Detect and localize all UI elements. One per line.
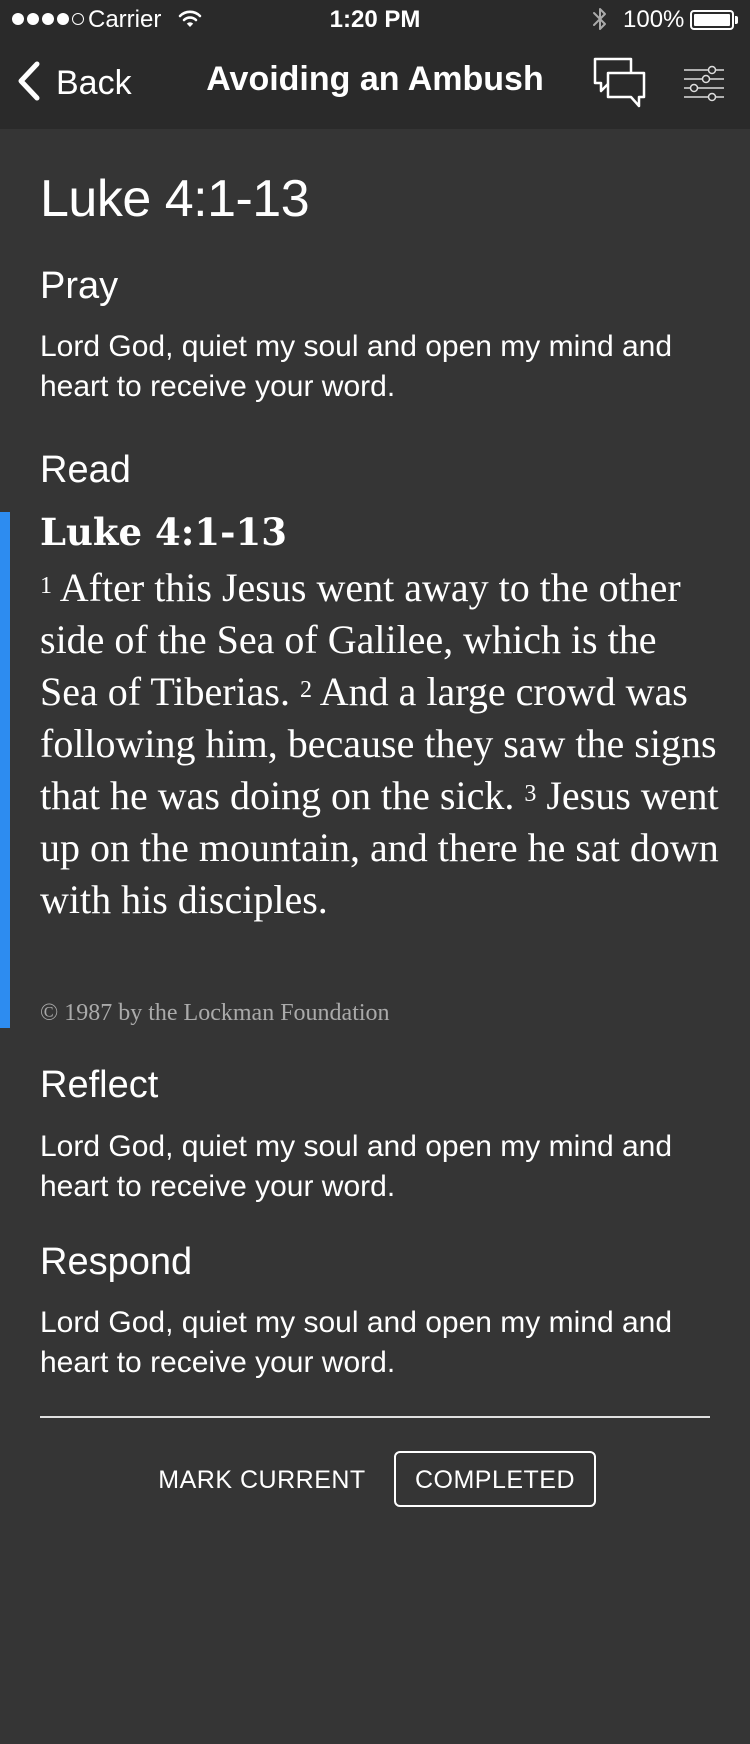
- page-title: Avoiding an Ambush: [206, 60, 544, 98]
- top-bar: Carrier 1:20 PM 100% Back Avoiding an Am…: [0, 0, 750, 129]
- copyright-notice: © 1987 by the Lockman Foundation: [40, 1000, 390, 1026]
- reflect-body: Lord God, quiet my soul and open my mind…: [40, 1130, 673, 1203]
- battery-percent: 100%: [623, 6, 685, 33]
- respond-heading: Respond: [40, 1241, 193, 1283]
- battery-icon: [690, 10, 734, 30]
- pray-body: Lord God, quiet my soul and open my mind…: [40, 330, 673, 403]
- completed-button[interactable]: COMPLETED: [394, 1451, 596, 1507]
- status-bar: Carrier 1:20 PM 100%: [0, 0, 750, 40]
- scripture-text: 1 After this Jesus went away to the othe…: [40, 562, 720, 926]
- comments-button[interactable]: [592, 56, 648, 112]
- chevron-left-icon: [16, 60, 42, 107]
- passage-title: Luke 4:1-13: [40, 170, 310, 228]
- pray-heading: Pray: [40, 265, 119, 307]
- divider: [40, 1416, 710, 1418]
- navigation-bar: Back Avoiding an Ambush: [0, 40, 750, 129]
- reflect-heading: Reflect: [40, 1064, 159, 1106]
- scripture-highlight-bar: [0, 512, 10, 1028]
- mark-current-button[interactable]: MARK CURRENT: [148, 1450, 376, 1508]
- verse-number: 1: [40, 573, 52, 599]
- settings-button[interactable]: [682, 64, 726, 104]
- bluetooth-icon: [591, 5, 609, 40]
- verse-number: 2: [300, 677, 312, 703]
- verse-number: 3: [524, 781, 537, 807]
- back-button[interactable]: Back: [16, 58, 132, 108]
- sliders-icon: [682, 65, 726, 108]
- chat-bubbles-icon: [592, 57, 648, 116]
- back-label: Back: [56, 63, 132, 102]
- scripture-reference: Luke 4:1-13: [40, 510, 287, 554]
- respond-body: Lord God, quiet my soul and open my mind…: [40, 1306, 673, 1379]
- read-heading: Read: [40, 449, 131, 491]
